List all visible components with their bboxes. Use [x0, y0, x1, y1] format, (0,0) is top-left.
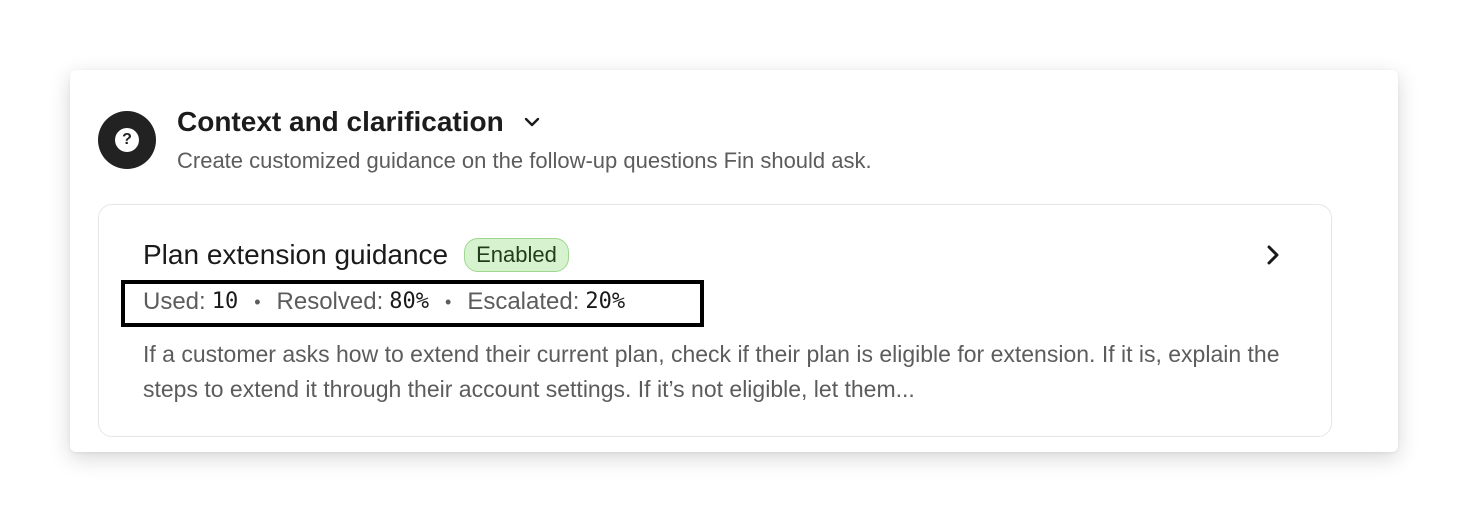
resolved-value: 80%: [389, 289, 429, 314]
section-card: ? Context and clarification Create custo…: [70, 70, 1398, 452]
chevron-down-icon[interactable]: [522, 112, 542, 132]
escalated-label: Escalated:: [467, 288, 580, 315]
section-title: Context and clarification: [177, 106, 504, 137]
section-subtitle: Create customized guidance on the follow…: [177, 148, 872, 173]
section-header: Context and clarification: [177, 106, 542, 138]
escalated-value: 20%: [585, 289, 626, 314]
status-badge: Enabled: [464, 238, 569, 272]
question-mark-glyph: ?: [115, 128, 139, 152]
separator-dot: •: [445, 292, 452, 312]
guidance-description: If a customer asks how to extend their c…: [143, 341, 1280, 402]
separator-dot: •: [254, 292, 261, 312]
question-mark-icon: ?: [98, 111, 156, 169]
guidance-title: Plan extension guidance: [143, 239, 449, 270]
usage-stats: Used: 10 • Resolved: 80% • Escalated: 20…: [143, 287, 625, 317]
guidance-header: Plan extension guidance Enabled: [143, 238, 569, 272]
used-label: Used:: [143, 288, 206, 315]
used-value: 10: [211, 289, 239, 314]
resolved-label: Resolved:: [276, 288, 384, 315]
guidance-card[interactable]: Plan extension guidance Enabled Used: 10…: [98, 204, 1332, 437]
chevron-right-icon[interactable]: [1263, 243, 1283, 267]
